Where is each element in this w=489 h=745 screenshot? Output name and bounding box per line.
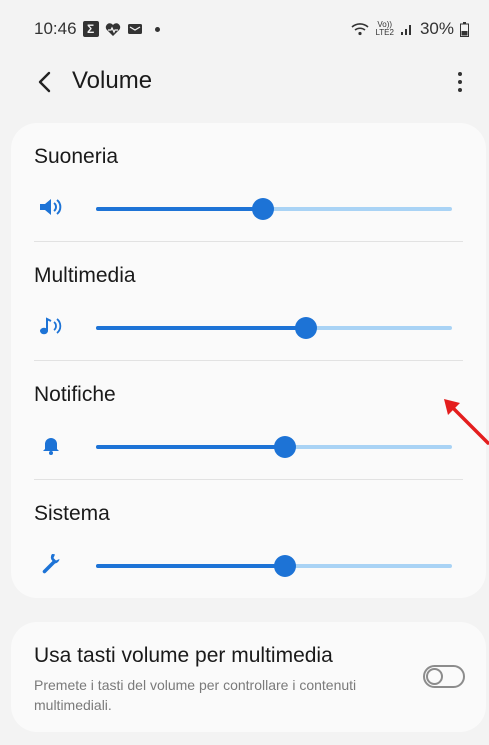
slider-thumb[interactable] — [252, 198, 275, 220]
toggle-knob — [426, 668, 443, 685]
volume-row-notifiche: Notifiche — [11, 361, 486, 480]
ringtone-speaker-icon[interactable] — [37, 195, 65, 219]
more-notifications-dot — [154, 26, 160, 32]
volume-row-sistema: Sistema — [11, 480, 486, 599]
message-notification-icon — [127, 22, 145, 36]
bell-icon[interactable] — [37, 433, 65, 457]
status-time: 10:46 — [34, 19, 77, 38]
more-options-icon[interactable] — [448, 68, 472, 96]
annotation-arrow-icon — [444, 399, 489, 445]
volume-label: Sistema — [34, 502, 110, 525]
wrench-icon[interactable] — [37, 552, 65, 576]
battery-percentage: 30% — [419, 19, 454, 38]
music-note-icon[interactable] — [37, 314, 65, 338]
slider-fill — [96, 445, 285, 449]
app-header: Volume — [0, 58, 489, 106]
status-bar: 10:46 Σ Vo)) LTE2 30% — [0, 0, 489, 58]
signal-bars-icon — [400, 23, 414, 36]
volume-label: Multimedia — [34, 264, 136, 287]
battery-icon — [460, 21, 469, 37]
volume-label: Suoneria — [34, 145, 119, 168]
volume-slider-multimedia[interactable] — [96, 317, 452, 339]
volume-label: Notifiche — [34, 383, 116, 406]
page-title: Volume — [72, 67, 153, 94]
option-title: Usa tasti volume per multimedia — [34, 644, 333, 667]
volume-slider-notifiche[interactable] — [96, 436, 452, 458]
status-right: Vo)) LTE2 30% — [351, 19, 469, 39]
volume-slider-suoneria[interactable] — [96, 198, 452, 220]
slider-fill — [96, 207, 264, 211]
volume-row-suoneria: Suoneria — [11, 123, 486, 242]
slider-thumb[interactable] — [273, 436, 296, 458]
health-heart-icon — [105, 22, 121, 37]
status-left: 10:46 Σ — [34, 19, 160, 39]
back-arrow-icon[interactable] — [30, 68, 58, 96]
media-volume-keys-card[interactable]: Usa tasti volume per multimedia Premete … — [11, 622, 486, 732]
option-description: Premete i tasti del volume per controlla… — [34, 677, 357, 713]
volume-slider-sistema[interactable] — [96, 555, 452, 577]
media-keys-toggle[interactable] — [423, 665, 465, 688]
wifi-icon — [351, 22, 369, 36]
volume-sliders-card: Suoneria Multimedia Notifiche Sistema — [11, 123, 486, 598]
slider-thumb[interactable] — [273, 555, 296, 577]
notification-app-icon: Σ — [82, 21, 99, 37]
slider-fill — [96, 564, 285, 568]
slider-fill — [96, 326, 307, 330]
volume-row-multimedia: Multimedia — [11, 242, 486, 361]
lte-label: LTE2 — [375, 28, 394, 37]
volte-network-label: Vo)) LTE2 — [375, 21, 394, 37]
slider-thumb[interactable] — [295, 317, 318, 339]
